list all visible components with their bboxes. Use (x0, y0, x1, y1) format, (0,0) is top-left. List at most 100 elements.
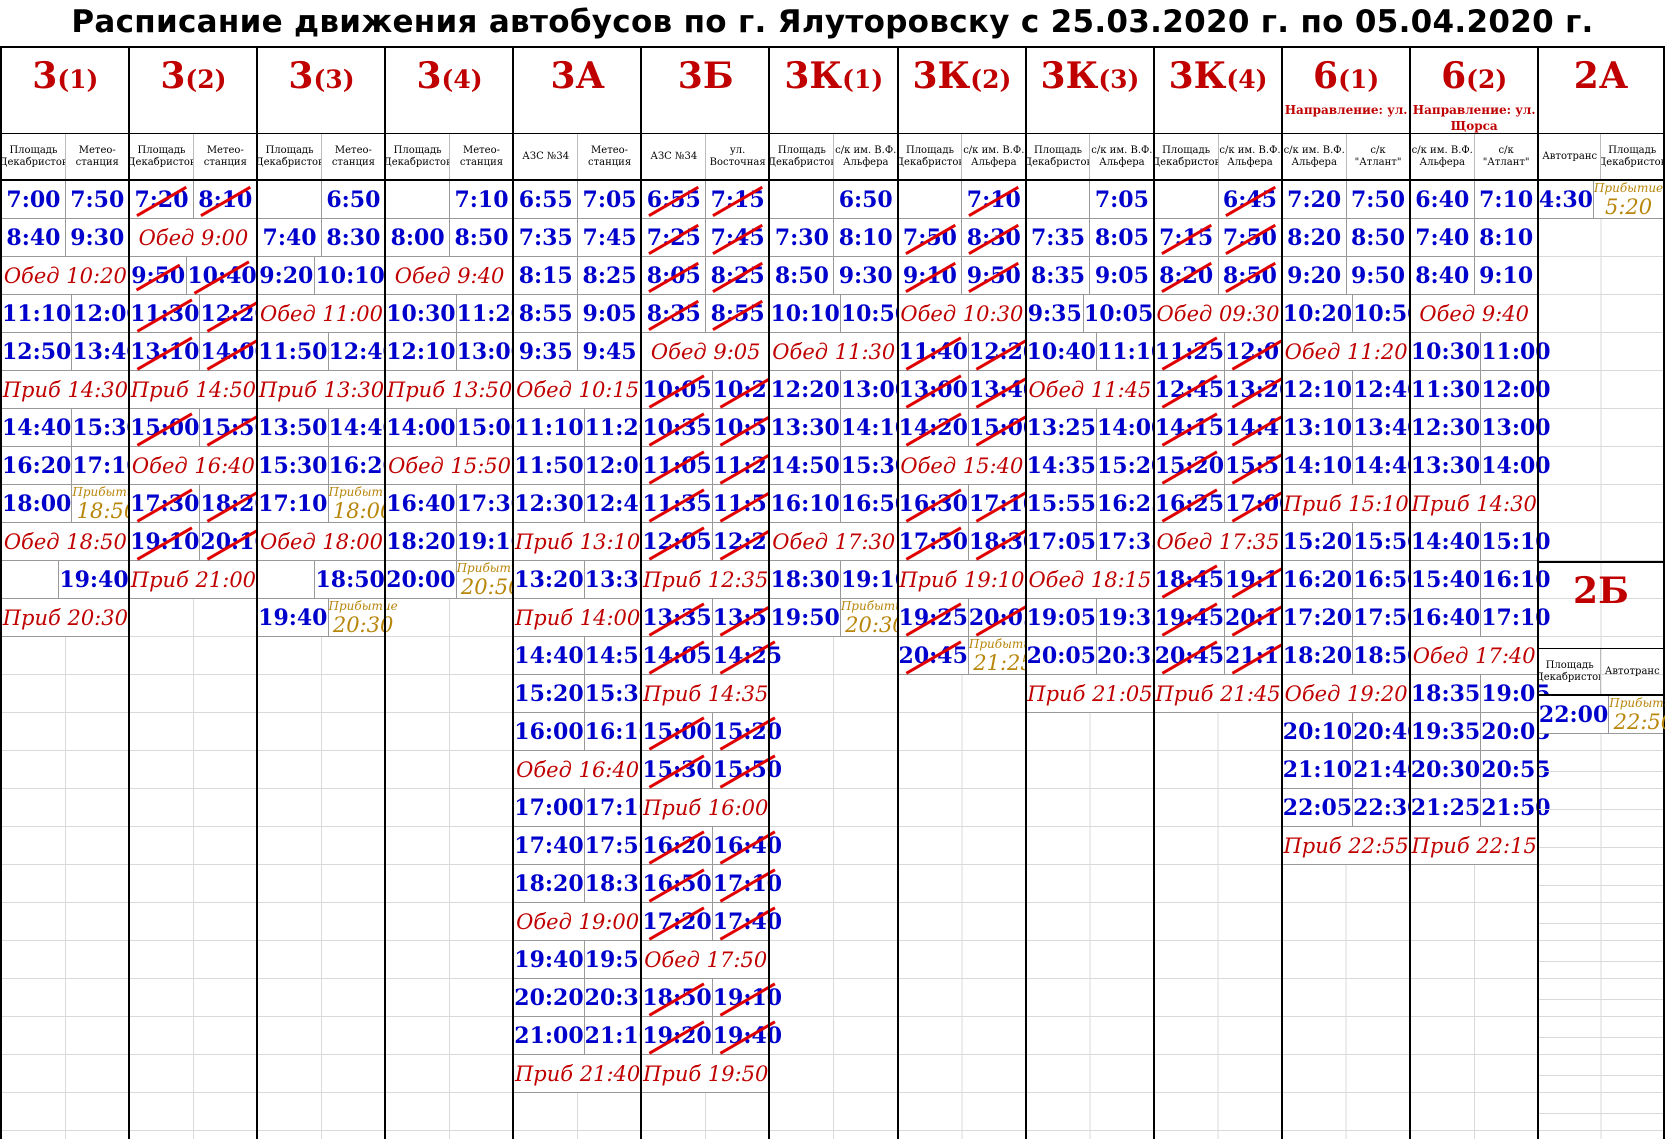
cancelled-time: 9:50 (130, 257, 188, 294)
schedule-note-row: Обед 11:20 (1282, 333, 1410, 371)
stop-name: с/к им. В.Ф. Альфера (963, 144, 1025, 168)
cancelled-time: 8:55 (706, 295, 769, 332)
route-column: 3А АЗС №34 Метео-станция 6:55 7:05 7:35 7:45 8:… (512, 46, 654, 1139)
departure-row: 7:20 8:10 (130, 181, 257, 219)
schedule-note: Обед 11:45 (1028, 377, 1152, 402)
schedule-note: Обед 10:20 (3, 263, 127, 288)
departure-row: 15:20 15:30 (514, 675, 654, 713)
route-header: 3К(4) (1154, 46, 1282, 134)
stop-name: Площадь Декабристов (1027, 134, 1091, 179)
route-number: 3 (160, 55, 186, 97)
schedule-note: Обед 10:30 (900, 301, 1024, 326)
schedule-note-row: Приб 12:35 (642, 561, 770, 599)
route-header: 3К(1) (770, 46, 898, 134)
departure-row: 19:25 20:05 (898, 599, 1038, 637)
route-header: 3(3) (258, 46, 385, 134)
departure-time: 20:00 (386, 561, 457, 598)
departure-time: 13:25 (1027, 409, 1097, 446)
departure-time: 18:20 (1283, 637, 1354, 674)
route-column: 2А Автотранс Площадь Декабристов 4:30 Прибыт… (1536, 46, 1665, 1139)
departure-time: 8:50 (454, 224, 509, 251)
departure-row: 18:50 (258, 561, 385, 599)
route-direction-note: Направление: ул. (1284, 103, 1408, 117)
departure-row: 8:40 9:30 (2, 219, 129, 257)
departure-time: 14:40 (514, 637, 585, 674)
route-header: 3Б (642, 46, 770, 134)
cancelled-time: 7:15 (1155, 219, 1219, 256)
departure-row: 12:45 13:20 (1154, 371, 1294, 409)
schedule-note: Приб 15:10 (1283, 491, 1409, 516)
departure-row: 7:35 7:45 (514, 219, 641, 257)
schedule-note-row: Обед 17:40 (1410, 637, 1538, 675)
route-column: 3К(2) Площадь Декабристов с/к им. В.Ф. Аль… (896, 46, 1038, 1139)
stop-name: Метео-станция (459, 144, 504, 168)
cancelled-time: 13:35 (642, 599, 713, 636)
stop-name: с/к им. В.Ф. Альфера (1411, 134, 1475, 179)
departure-row: 22:05 22:30 (1282, 789, 1422, 827)
route-header: 3(1) (2, 46, 129, 134)
departure-time: 11:30 (1411, 371, 1482, 408)
departure-time: 22:00 (1539, 696, 1610, 733)
route-header: 3К(2) (898, 46, 1026, 134)
departure-row: 21:00 21:10 (514, 1017, 654, 1055)
departure-time: 13:30 (1411, 447, 1482, 484)
departure-row: 13:20 13:30 (514, 561, 654, 599)
departure-row: 11:40 12:20 (898, 333, 1038, 371)
schedule-body: 7:10 8:00 8:50 Обед 9:40 10:30 11:20 12:10 13:0… (386, 181, 526, 1139)
schedule-body: 7:20 8:10 Обед 9:00 9:50 10:40 11:30 12:20 13:1… (130, 181, 270, 1139)
arrival-cell: Прибытие22:50 (1609, 696, 1665, 734)
schedule-note-row: Приб 19:50 (642, 1055, 770, 1093)
departure-row: 15:30 16:20 (258, 447, 398, 485)
departure-row: 14:00 15:00 (386, 409, 526, 447)
departure-row: 9:35 10:05 (1026, 295, 1154, 333)
schedule-note-row: Приб 21:00 (130, 561, 257, 599)
cancelled-time: 8:35 (642, 295, 707, 332)
departure-row: 16:10 16:50 (770, 485, 910, 523)
departure-row: 10:30 11:20 (386, 295, 526, 333)
departure-row: 6:50 (258, 181, 385, 219)
stop-name: Площадь Декабристов (899, 134, 963, 179)
departure-time: 14:35 (1027, 447, 1097, 484)
departure-time: 7:40 (1411, 219, 1475, 256)
departure-time: 9:10 (1479, 262, 1534, 289)
stop-name: Метео-станция (587, 144, 632, 168)
departure-row: 8:15 8:25 (514, 257, 641, 295)
route-column: 6(2) Направление: ул. Щорса с/к им. В.Ф. А… (1408, 46, 1551, 1139)
departure-time: 17:40 (514, 827, 585, 864)
departure-row: 8:05 8:25 (642, 257, 770, 295)
stop-name: АЗС №34 (642, 134, 707, 179)
stop-headers: Площадь Декабристов с/к им. В.Ф. Альфера (1154, 134, 1282, 181)
route-variant: (2) (970, 65, 1012, 94)
departure-time: 7:20 (1283, 181, 1347, 218)
cancelled-time: 19:20 (642, 1017, 713, 1054)
cancelled-time: 7:15 (706, 181, 769, 218)
schedule-body: 7:00 7:50 8:40 9:30 Обед 10:20 11:10 12:00 12:5… (2, 181, 142, 1139)
schedule-note: Обед 9:00 (138, 225, 249, 250)
departure-time: 7:30 (770, 219, 835, 256)
departure-time: 8:10 (1479, 224, 1534, 251)
departure-row: 8:20 8:50 (1282, 219, 1410, 257)
cancelled-time: 16:30 (899, 485, 969, 522)
departure-time: 7:10 (1479, 186, 1534, 213)
schedule-note: Обед 11:30 (772, 339, 896, 364)
departure-row: 19:10 20:10 (130, 523, 270, 561)
departure-time: 19:35 (1411, 713, 1482, 750)
stop-headers: с/к им. В.Ф. Альфера с/к "Атлант" (1282, 134, 1410, 181)
departure-row: 18:50 19:10 (642, 979, 782, 1017)
departure-time: 8:30 (326, 224, 381, 251)
departure-row: 13:30 14:00 (1410, 447, 1551, 485)
stop-name: Автотранс (1539, 134, 1602, 179)
route-number: 3К (784, 55, 843, 97)
departure-row: 7:40 8:10 (1410, 219, 1538, 257)
departure-time: 11:10 (2, 295, 73, 332)
cancelled-time: 8:20 (1155, 257, 1219, 294)
departure-row: 8:20 8:50 (1154, 257, 1282, 295)
departure-row: 10:35 10:55 (642, 409, 782, 447)
schedule-note: Приб 16:00 (643, 795, 769, 820)
cancelled-time: 19:45 (1155, 599, 1226, 636)
schedule-note: Приб 22:55 (1283, 833, 1409, 858)
route-number: 3К (1040, 55, 1099, 97)
departure-row: 12:10 12:40 (1282, 371, 1422, 409)
departure-time: 17:20 (1283, 599, 1354, 636)
schedule-note: Приб 21:45 (1155, 681, 1281, 706)
